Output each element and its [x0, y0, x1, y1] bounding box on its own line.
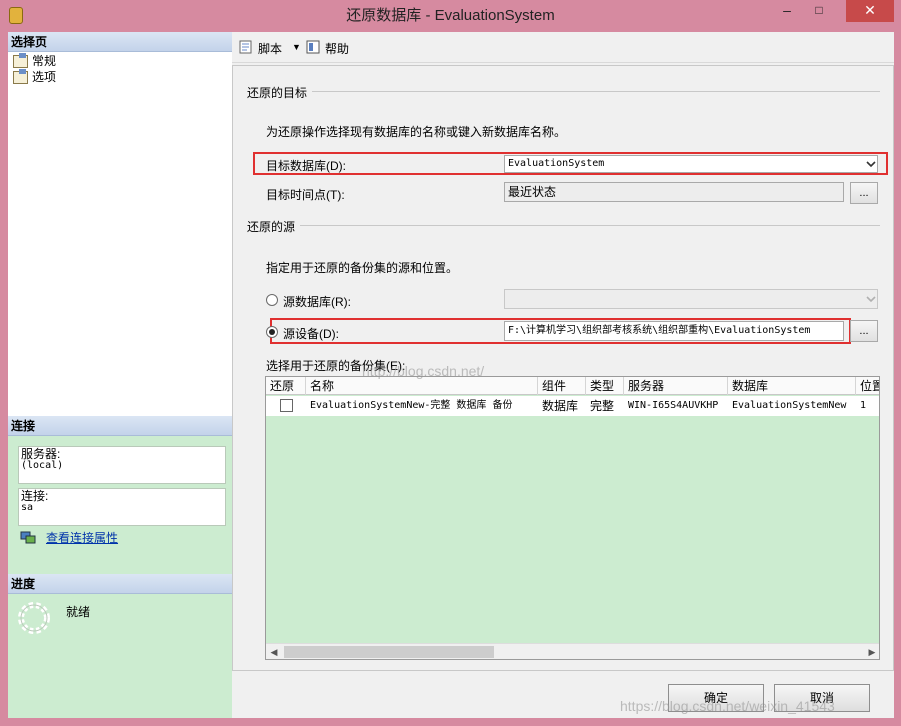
connection-label: 连接: — [21, 489, 49, 503]
grid-header: 还原 名称 组件 类型 服务器 数据库 位置 — [266, 377, 879, 395]
connection-value: sa — [21, 502, 34, 513]
select-page-header: 选择页 — [8, 32, 232, 52]
script-dropdown-chevron-icon[interactable]: ▼ — [292, 42, 301, 52]
close-button[interactable]: ✕ — [846, 0, 894, 22]
cell-database: EvaluationSystemNew — [732, 400, 847, 411]
target-time-browse-button[interactable]: ... — [850, 182, 878, 204]
column-header-database[interactable]: 数据库 — [728, 377, 856, 395]
source-device-browse-button[interactable]: ... — [850, 320, 878, 342]
column-header-position[interactable]: 位置 — [856, 377, 879, 395]
server-value: (local) — [21, 460, 64, 471]
window-title: 还原数据库 - EvaluationSystem — [346, 7, 555, 24]
section-source-title: 还原的源 — [247, 220, 296, 234]
page-options[interactable]: 选项 — [8, 69, 56, 85]
horizontal-scrollbar[interactable]: ◀ ▶ — [266, 643, 879, 659]
page-options-label: 选项 — [32, 70, 57, 84]
source-device-label: 源设备(D): — [283, 327, 339, 341]
minimize-button[interactable]: – — [774, 0, 800, 22]
backup-set-grid: 还原 名称 组件 类型 服务器 数据库 位置 EvaluationSystemN… — [265, 376, 880, 660]
table-row[interactable]: EvaluationSystemNew-完整 数据库 备份 数据库 完整 WIN… — [266, 396, 879, 416]
progress-spinner-icon — [18, 602, 50, 634]
left-pane: 选择页 常规 选项 连接 服务器: (local) 连接: sa 查看连接属性 … — [8, 32, 232, 718]
column-header-component[interactable]: 组件 — [538, 377, 586, 395]
target-description: 为还原操作选择现有数据库的名称或键入新数据库名称。 — [266, 125, 567, 139]
page-icon — [13, 69, 28, 84]
target-db-select[interactable]: EvaluationSystem — [504, 155, 878, 173]
target-time-label: 目标时间点(T): — [266, 188, 345, 202]
progress-header: 进度 — [8, 574, 232, 594]
source-device-radio[interactable] — [266, 326, 278, 338]
cell-type: 完整 — [590, 399, 615, 413]
restore-checkbox[interactable] — [280, 399, 293, 412]
target-time-field[interactable]: 最近状态 — [504, 182, 844, 202]
source-database-select[interactable] — [504, 289, 878, 309]
progress-status: 就绪 — [66, 605, 91, 619]
maximize-button[interactable]: □ — [806, 0, 832, 22]
script-icon[interactable] — [238, 40, 254, 54]
server-label: 服务器: — [21, 447, 61, 461]
column-header-type[interactable]: 类型 — [586, 377, 624, 395]
source-device-path-field[interactable]: F:\计算机学习\组织部考核系统\组织部重构\EvaluationSystem — [504, 321, 844, 341]
cell-name: EvaluationSystemNew-完整 数据库 备份 — [310, 400, 513, 411]
column-header-name[interactable]: 名称 — [306, 377, 538, 395]
watermark-bottom: https://blog.csdn.net/weixin_41543 — [620, 698, 835, 714]
source-description: 指定用于还原的备份集的源和位置。 — [266, 261, 459, 275]
help-icon[interactable] — [306, 40, 322, 54]
source-database-label: 源数据库(R): — [283, 295, 351, 309]
page-icon — [13, 53, 28, 68]
scroll-right-icon[interactable]: ▶ — [866, 646, 878, 658]
source-database-chevron-down-icon — [864, 290, 878, 308]
help-button[interactable]: 帮助 — [325, 40, 349, 57]
connection-info: 连接: sa — [18, 488, 226, 526]
server-info: 服务器: (local) — [18, 446, 226, 484]
section-divider — [300, 225, 880, 226]
source-database-radio[interactable] — [266, 294, 278, 306]
cell-server: WIN-I65S4AUVKHP — [628, 400, 719, 411]
column-header-restore[interactable]: 还原 — [266, 377, 306, 395]
view-connection-properties-link[interactable]: 查看连接属性 — [46, 529, 118, 546]
cell-position: 1 — [860, 400, 867, 411]
target-db-label: 目标数据库(D): — [266, 159, 346, 173]
connection-properties-icon — [20, 530, 36, 544]
watermark-center: http://blog.csdn.net/ — [362, 363, 485, 379]
target-db-chevron-down-icon[interactable] — [864, 155, 878, 173]
column-header-server[interactable]: 服务器 — [624, 377, 728, 395]
section-divider — [312, 91, 880, 92]
section-target-title: 还原的目标 — [247, 86, 308, 100]
target-db-value: EvaluationSystem — [508, 158, 605, 169]
connection-header: 连接 — [8, 416, 232, 436]
scroll-left-icon[interactable]: ◀ — [268, 646, 280, 658]
scrollbar-thumb[interactable] — [284, 646, 494, 658]
page-general[interactable]: 常规 — [8, 53, 56, 69]
script-button[interactable]: 脚本 — [258, 40, 282, 57]
page-general-label: 常规 — [32, 54, 57, 68]
cell-component: 数据库 — [542, 399, 579, 413]
